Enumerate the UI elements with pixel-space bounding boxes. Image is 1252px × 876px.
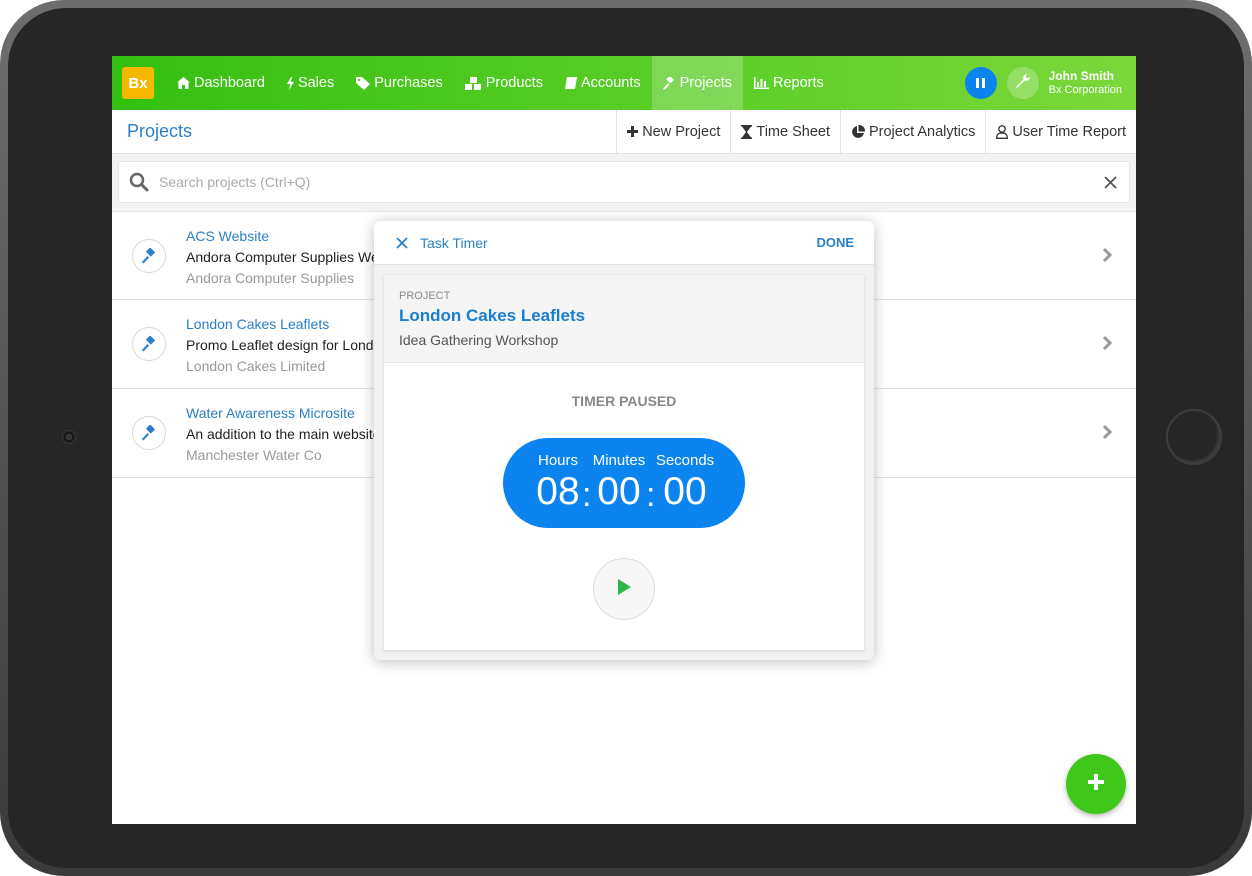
cubes-icon	[464, 76, 482, 90]
project-name: London Cakes Leaflets	[186, 316, 330, 332]
project-name: Water Awareness Microsite	[186, 405, 355, 421]
hours-value: 08	[536, 470, 580, 513]
gavel-icon	[132, 239, 166, 273]
search-icon	[129, 172, 149, 192]
dialog-header: Task Timer DONE	[374, 221, 874, 265]
nav-user-area: John Smith Bx Corporation	[964, 67, 1136, 99]
app-logo[interactable]: Bx	[122, 67, 154, 99]
user-time-report-button[interactable]: User Time Report	[985, 110, 1136, 153]
timer-task-name: Idea Gathering Workshop	[399, 332, 559, 348]
search-bar	[112, 154, 1136, 212]
start-timer-button[interactable]	[593, 558, 655, 620]
task-timer-dialog: Task Timer DONE PROJECT London Cakes Lea…	[374, 221, 874, 660]
page-header: Projects New Project Time Sheet Project …	[112, 110, 1136, 154]
user-company: Bx Corporation	[1048, 83, 1122, 96]
pause-icon	[976, 78, 980, 88]
seconds-column: Seconds 00	[655, 452, 715, 514]
nav-item-label: Products	[485, 75, 543, 91]
tablet-frame: Bx Dashboard Sales Purchases Products Ac…	[0, 0, 1252, 876]
project-label: PROJECT	[399, 290, 451, 302]
nav-item-reports[interactable]: Reports	[743, 56, 835, 110]
wrench-icon	[1015, 73, 1031, 94]
hours-column: Hours 08	[533, 452, 583, 514]
user-name: John Smith	[1048, 69, 1114, 84]
home-icon	[177, 77, 190, 89]
chevron-right-icon	[1102, 247, 1112, 263]
nav-item-label: Purchases	[374, 75, 443, 91]
nav-item-sales[interactable]: Sales	[276, 56, 345, 110]
timer-card: PROJECT London Cakes Leaflets Idea Gathe…	[384, 275, 864, 650]
user-profile[interactable]: John Smith Bx Corporation	[1049, 69, 1122, 97]
chevron-right-icon	[1102, 424, 1112, 440]
project-client: Manchester Water Co	[186, 447, 322, 463]
nav-item-label: Accounts	[580, 75, 641, 91]
project-info: PROJECT London Cakes Leaflets Idea Gathe…	[384, 275, 864, 363]
time-sheet-label: Time Sheet	[756, 123, 830, 140]
search-box	[118, 161, 1130, 203]
project-description: An addition to the main website	[186, 426, 381, 442]
nav-item-label: Reports	[773, 75, 824, 91]
app-screen: Bx Dashboard Sales Purchases Products Ac…	[112, 56, 1136, 824]
minutes-label: Minutes	[592, 452, 646, 469]
pause-icon	[982, 78, 986, 88]
hourglass-icon	[741, 124, 753, 139]
bolt-icon	[286, 76, 294, 90]
gavel-icon	[132, 327, 166, 361]
top-navigation: Bx Dashboard Sales Purchases Products Ac…	[112, 56, 1136, 110]
minutes-value: 00	[597, 470, 641, 513]
tag-icon	[356, 76, 371, 90]
chevron-right-icon	[1102, 335, 1112, 351]
nav-item-label: Projects	[679, 75, 733, 91]
clear-search-icon[interactable]	[1104, 175, 1117, 189]
gavel-icon	[132, 416, 166, 450]
close-icon[interactable]	[396, 236, 408, 249]
project-name: ACS Website	[186, 228, 269, 244]
project-text: ACS Website Andora Computer Supplies We …	[186, 226, 379, 289]
minutes-column: Minutes 00	[591, 452, 647, 514]
bar-chart-icon	[754, 77, 770, 89]
project-client: Andora Computer Supplies	[186, 270, 355, 286]
seconds-label: Seconds	[655, 452, 715, 469]
gavel-icon	[662, 76, 676, 90]
nav-item-label: Sales	[297, 75, 335, 91]
project-description: Andora Computer Supplies We	[186, 249, 379, 265]
timer-display: Hours 08 : Minutes 00 : Seconds 00	[503, 438, 745, 528]
timer-status: TIMER PAUSED	[571, 393, 677, 409]
nav-item-projects[interactable]: Projects	[651, 56, 744, 110]
project-text: Water Awareness Microsite An addition to…	[186, 403, 381, 466]
project-description: Promo Leaflet design for Lond	[186, 337, 374, 353]
time-sheet-button[interactable]: Time Sheet	[730, 110, 840, 153]
done-button[interactable]: DONE	[816, 235, 854, 250]
new-project-button[interactable]: New Project	[616, 110, 730, 153]
nav-item-dashboard[interactable]: Dashboard	[166, 56, 276, 110]
pause-timer-button[interactable]	[964, 67, 997, 99]
plus-icon	[1088, 773, 1104, 795]
seconds-value: 00	[663, 470, 707, 513]
page-title: Projects	[127, 121, 193, 141]
nav-item-label: Dashboard	[194, 75, 265, 91]
user-icon	[996, 124, 1009, 139]
project-analytics-button[interactable]: Project Analytics	[839, 110, 985, 153]
add-project-fab[interactable]	[1066, 754, 1126, 814]
project-text: London Cakes Leaflets Promo Leaflet desi…	[186, 314, 374, 377]
nav-item-accounts[interactable]: Accounts	[554, 56, 652, 110]
play-icon	[617, 578, 631, 600]
project-client: London Cakes Limited	[186, 358, 326, 374]
user-time-report-label: User Time Report	[1012, 123, 1126, 140]
new-project-label: New Project	[642, 123, 721, 140]
nav-item-products[interactable]: Products	[454, 56, 554, 110]
pie-chart-icon	[851, 124, 865, 139]
camera-icon	[62, 430, 76, 444]
nav-item-purchases[interactable]: Purchases	[345, 56, 454, 110]
plus-icon	[627, 126, 639, 137]
hours-label: Hours	[537, 452, 578, 469]
search-input[interactable]	[157, 173, 1104, 191]
project-analytics-label: Project Analytics	[868, 123, 976, 140]
book-icon	[564, 77, 577, 89]
dialog-title: Task Timer	[420, 234, 488, 251]
settings-button[interactable]	[1006, 67, 1039, 99]
home-button[interactable]	[1166, 409, 1222, 465]
timer-project-name: London Cakes Leaflets	[399, 306, 586, 325]
